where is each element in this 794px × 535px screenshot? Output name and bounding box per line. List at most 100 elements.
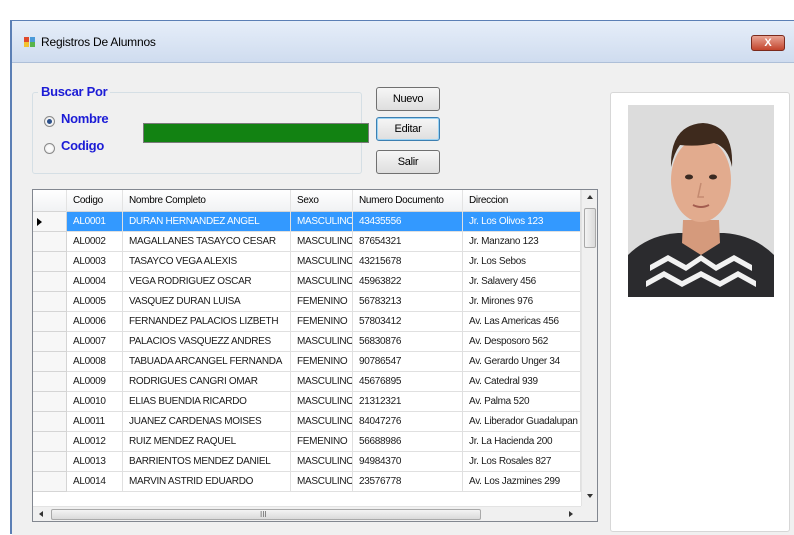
search-input[interactable] — [143, 123, 369, 143]
scroll-down-icon[interactable] — [587, 494, 593, 498]
row-header[interactable] — [33, 392, 67, 412]
table-cell[interactable]: MASCULINO — [291, 272, 353, 292]
table-cell[interactable]: FEMENINO — [291, 292, 353, 312]
row-header[interactable] — [33, 432, 67, 452]
table-cell[interactable]: Av. Los Jazmines 299 — [463, 472, 581, 492]
column-header[interactable]: Numero Documento — [353, 190, 463, 212]
table-cell[interactable]: MASCULINO — [291, 252, 353, 272]
table-cell[interactable]: Jr. Mirones 976 — [463, 292, 581, 312]
table-row[interactable]: AL0003 TASAYCO VEGA ALEXIS MASCULINO 432156… — [33, 252, 581, 272]
row-header[interactable] — [33, 312, 67, 332]
scroll-right-icon[interactable] — [569, 511, 573, 517]
row-header[interactable] — [33, 252, 67, 272]
radio-nombre[interactable] — [44, 116, 55, 127]
table-row[interactable]: AL0004 VEGA RODRIGUEZ OSCAR MASCULINO 45963… — [33, 272, 581, 292]
table-cell[interactable]: MASCULINO — [291, 392, 353, 412]
table-cell[interactable]: Jr. Los Rosales 827 — [463, 452, 581, 472]
row-header[interactable] — [33, 292, 67, 312]
table-cell[interactable]: AL0010 — [67, 392, 123, 412]
radio-codigo[interactable] — [44, 143, 55, 154]
table-cell[interactable]: 56783213 — [353, 292, 463, 312]
close-button[interactable]: X — [751, 35, 785, 51]
table-cell[interactable]: AL0014 — [67, 472, 123, 492]
table-cell[interactable]: Jr. Salavery 456 — [463, 272, 581, 292]
table-row[interactable]: AL0008 TABUADA ARCANGEL FERNANDA FEMENINO 9… — [33, 352, 581, 372]
column-header[interactable]: Sexo — [291, 190, 353, 212]
row-header[interactable] — [33, 352, 67, 372]
table-cell[interactable]: Jr. Manzano 123 — [463, 232, 581, 252]
table-cell[interactable]: BARRIENTOS MENDEZ DANIEL — [123, 452, 291, 472]
row-header[interactable] — [33, 272, 67, 292]
table-row[interactable]: AL0006 FERNANDEZ PALACIOS LIZBETH FEMENINO… — [33, 312, 581, 332]
table-cell[interactable]: PALACIOS VASQUEZZ ANDRES — [123, 332, 291, 352]
nuevo-button[interactable]: Nuevo — [376, 87, 440, 111]
table-cell[interactable]: Jr. Los Olivos 123 — [463, 212, 581, 232]
table-cell[interactable]: TABUADA ARCANGEL FERNANDA — [123, 352, 291, 372]
vertical-scroll-thumb[interactable] — [584, 208, 596, 248]
table-cell[interactable]: Jr. La Hacienda 200 — [463, 432, 581, 452]
table-row[interactable]: AL0014 MARVIN ASTRID EDUARDO MASCULINO 2357… — [33, 472, 581, 492]
table-cell[interactable]: AL0003 — [67, 252, 123, 272]
salir-button[interactable]: Salir — [376, 150, 440, 174]
table-cell[interactable]: AL0007 — [67, 332, 123, 352]
row-header[interactable] — [33, 472, 67, 492]
vertical-scrollbar[interactable] — [581, 190, 597, 506]
table-row[interactable]: AL0002 MAGALLANES TASAYCO CESAR MASCULINO 8… — [33, 232, 581, 252]
table-cell[interactable]: MASCULINO — [291, 472, 353, 492]
table-cell[interactable]: Av. Gerardo Unger 34 — [463, 352, 581, 372]
row-header[interactable] — [33, 412, 67, 432]
table-cell[interactable]: FEMENINO — [291, 352, 353, 372]
table-cell[interactable]: RUIZ MENDEZ RAQUEL — [123, 432, 291, 452]
table-cell[interactable]: AL0011 — [67, 412, 123, 432]
table-cell[interactable]: AL0004 — [67, 272, 123, 292]
table-cell[interactable]: 90786547 — [353, 352, 463, 372]
table-cell[interactable]: 43215678 — [353, 252, 463, 272]
table-cell[interactable]: AL0001 — [67, 212, 123, 232]
row-header[interactable] — [33, 452, 67, 472]
radio-nombre-label[interactable]: Nombre — [61, 111, 109, 126]
table-cell[interactable]: MASCULINO — [291, 412, 353, 432]
table-cell[interactable]: Av. Las Americas 456 — [463, 312, 581, 332]
horizontal-scrollbar[interactable]: III — [33, 506, 581, 521]
table-cell[interactable]: MASCULINO — [291, 372, 353, 392]
table-cell[interactable]: DURAN HERNANDEZ ANGEL — [123, 212, 291, 232]
table-cell[interactable]: AL0005 — [67, 292, 123, 312]
table-cell[interactable]: MASCULINO — [291, 452, 353, 472]
table-cell[interactable]: TASAYCO VEGA ALEXIS — [123, 252, 291, 272]
table-cell[interactable]: 56830876 — [353, 332, 463, 352]
table-cell[interactable]: JUANEZ CARDENAS MOISES — [123, 412, 291, 432]
row-header[interactable] — [33, 372, 67, 392]
editar-button[interactable]: Editar — [376, 117, 440, 141]
row-header[interactable] — [33, 232, 67, 252]
table-row[interactable]: AL0013 BARRIENTOS MENDEZ DANIEL MASCULINO 9… — [33, 452, 581, 472]
scroll-left-icon[interactable] — [39, 511, 43, 517]
table-cell[interactable]: 45676895 — [353, 372, 463, 392]
table-cell[interactable]: 23576778 — [353, 472, 463, 492]
table-cell[interactable]: 57803412 — [353, 312, 463, 332]
table-row[interactable]: AL0001 DURAN HERNANDEZ ANGEL MASCULINO 4343… — [33, 212, 581, 232]
students-grid[interactable]: Codigo Nombre Completo Sexo Numero Docum… — [32, 189, 598, 522]
row-header[interactable] — [33, 332, 67, 352]
table-cell[interactable]: AL0013 — [67, 452, 123, 472]
table-cell[interactable]: AL0002 — [67, 232, 123, 252]
table-cell[interactable]: FEMENINO — [291, 432, 353, 452]
table-row[interactable]: AL0005 VASQUEZ DURAN LUISA FEMENINO 5678321… — [33, 292, 581, 312]
table-cell[interactable]: 43435556 — [353, 212, 463, 232]
table-cell[interactable]: RODRIGUES CANGRI OMAR — [123, 372, 291, 392]
table-row[interactable]: AL0009 RODRIGUES CANGRI OMAR MASCULINO 4567… — [33, 372, 581, 392]
table-row[interactable]: AL0011 JUANEZ CARDENAS MOISES MASCULINO 840… — [33, 412, 581, 432]
table-cell[interactable]: MASCULINO — [291, 232, 353, 252]
table-cell[interactable]: FERNANDEZ PALACIOS LIZBETH — [123, 312, 291, 332]
table-cell[interactable]: AL0009 — [67, 372, 123, 392]
table-cell[interactable]: MARVIN ASTRID EDUARDO — [123, 472, 291, 492]
scroll-up-icon[interactable] — [587, 195, 593, 199]
table-cell[interactable]: VEGA RODRIGUEZ OSCAR — [123, 272, 291, 292]
horizontal-scroll-thumb[interactable]: III — [51, 509, 481, 520]
column-header[interactable]: Codigo — [67, 190, 123, 212]
table-cell[interactable]: Av. Desposoro 562 — [463, 332, 581, 352]
table-cell[interactable]: Av. Liberador Guadalupan — [463, 412, 581, 432]
table-cell[interactable]: VASQUEZ DURAN LUISA — [123, 292, 291, 312]
table-cell[interactable]: ELIAS BUENDIA RICARDO — [123, 392, 291, 412]
table-cell[interactable]: AL0008 — [67, 352, 123, 372]
table-cell[interactable]: AL0012 — [67, 432, 123, 452]
